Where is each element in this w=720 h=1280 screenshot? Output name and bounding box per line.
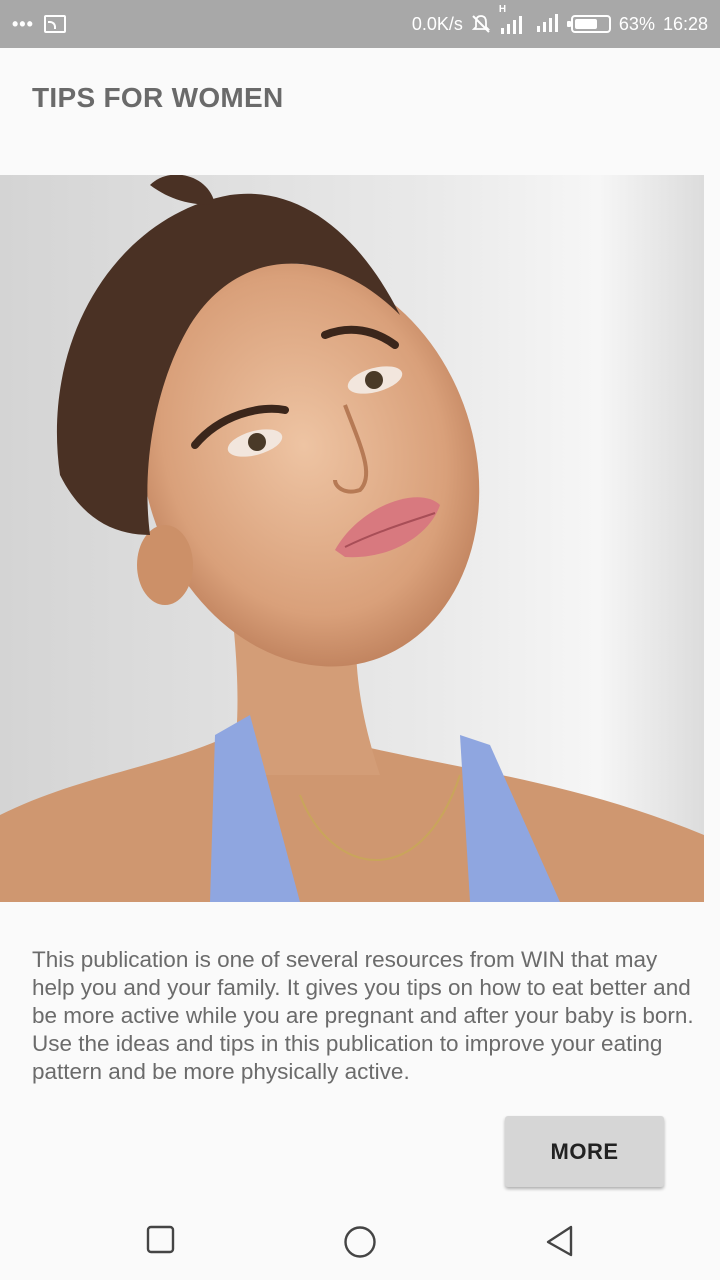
- status-bar: ••• 0.0K/s H 63% 16:28: [0, 0, 720, 48]
- network-type: H: [498, 4, 507, 15]
- page-title: TIPS FOR WOMEN: [32, 82, 284, 113]
- recents-square-icon[interactable]: [146, 1224, 176, 1259]
- clock: 16:28: [662, 13, 708, 34]
- more-button[interactable]: MORE: [505, 1116, 664, 1187]
- signal-icon: [535, 12, 563, 37]
- navigation-bar: [0, 1200, 720, 1280]
- home-circle-icon[interactable]: [343, 1224, 377, 1263]
- network-speed: 0.0K/s: [411, 13, 463, 34]
- description-text: This publication is one of several resou…: [32, 947, 694, 1084]
- bell-off-icon: [471, 14, 491, 34]
- battery-percent: 63%: [618, 13, 655, 34]
- signal-icon: H: [499, 4, 527, 34]
- back-triangle-icon[interactable]: [544, 1224, 576, 1263]
- more-dots-icon: •••: [12, 13, 34, 34]
- hero-image: [0, 175, 704, 902]
- woman-portrait-photo: [0, 175, 704, 902]
- battery-icon: [566, 15, 611, 33]
- cast-icon: [43, 15, 66, 33]
